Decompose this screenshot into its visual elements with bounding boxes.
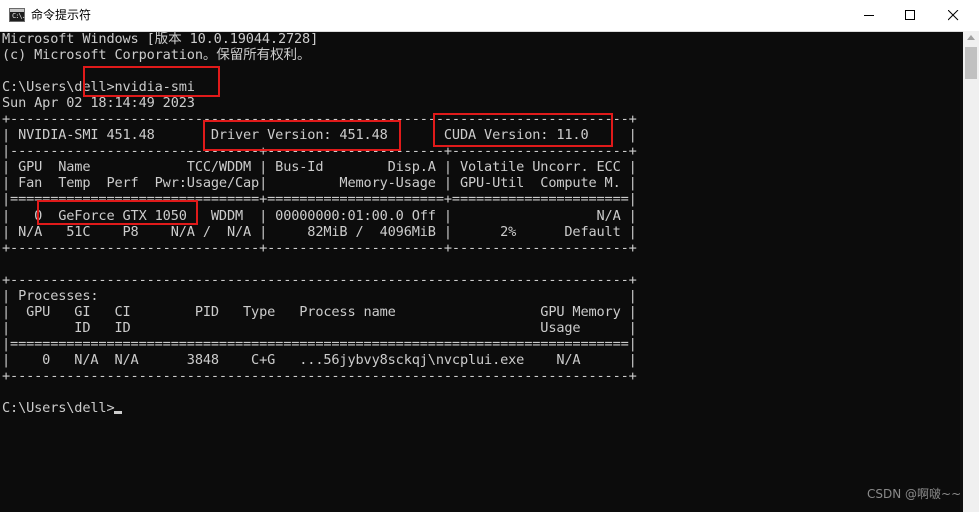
- close-icon: [948, 10, 959, 21]
- highlight-box-cuda-version: [433, 113, 613, 147]
- vertical-scrollbar[interactable]: [963, 31, 979, 512]
- maximize-button[interactable]: [888, 0, 932, 31]
- prompt-line: C:\Users\dell>: [2, 400, 115, 417]
- scrollbar-thumb[interactable]: [965, 47, 977, 79]
- cmd-icon[interactable]: C:\.: [9, 8, 26, 22]
- console-line: | GPU Name TCC/WDDM | Bus-Id Disp.A | Vo…: [2, 159, 637, 176]
- console-line: Sun Apr 02 18:14:49 2023: [2, 95, 195, 112]
- console-line: (c) Microsoft Corporation。保留所有权利。: [2, 47, 311, 64]
- console-line: | Fan Temp Perf Pwr:Usage/Cap| Memory-Us…: [2, 175, 637, 192]
- title-bar: C:\. 命令提示符: [0, 0, 979, 32]
- text-cursor: [114, 411, 123, 415]
- console-line: | Processes: |: [2, 287, 637, 304]
- watermark: CSDN @啊啵~~: [867, 487, 962, 501]
- console-line: +---------------------------------------…: [2, 271, 637, 288]
- window-title: 命令提示符: [31, 8, 92, 22]
- console-line: | GPU GI CI PID Type Process name GPU Me…: [2, 303, 637, 320]
- console-line: +---------------------------------------…: [2, 367, 637, 384]
- close-button[interactable]: [931, 0, 975, 31]
- console-line: +-------------------------------+-------…: [2, 239, 637, 256]
- minimize-button[interactable]: [847, 0, 891, 31]
- highlight-box-driver-version: [203, 120, 401, 151]
- cmd-icon-text: C:\.: [12, 12, 26, 20]
- maximize-icon: [905, 10, 915, 20]
- console-line: | N/A 51C P8 N/A / N/A | 82MiB / 4096MiB…: [2, 223, 637, 240]
- console-line: |=======================================…: [2, 335, 637, 352]
- scroll-up-arrow-icon[interactable]: [967, 35, 975, 40]
- console-line: Microsoft Windows [版本 10.0.19044.2728]: [2, 31, 319, 47]
- console-output[interactable]: Microsoft Windows [版本 10.0.19044.2728] (…: [0, 31, 963, 512]
- highlight-box-gpu-name: [37, 200, 198, 225]
- console-line: | 0 N/A N/A 3848 C+G ...56jybvy8sckqj\nv…: [2, 351, 637, 368]
- minimize-icon: [864, 15, 874, 16]
- console-line: | ID ID Usage |: [2, 319, 637, 336]
- highlight-box-command: [83, 66, 220, 97]
